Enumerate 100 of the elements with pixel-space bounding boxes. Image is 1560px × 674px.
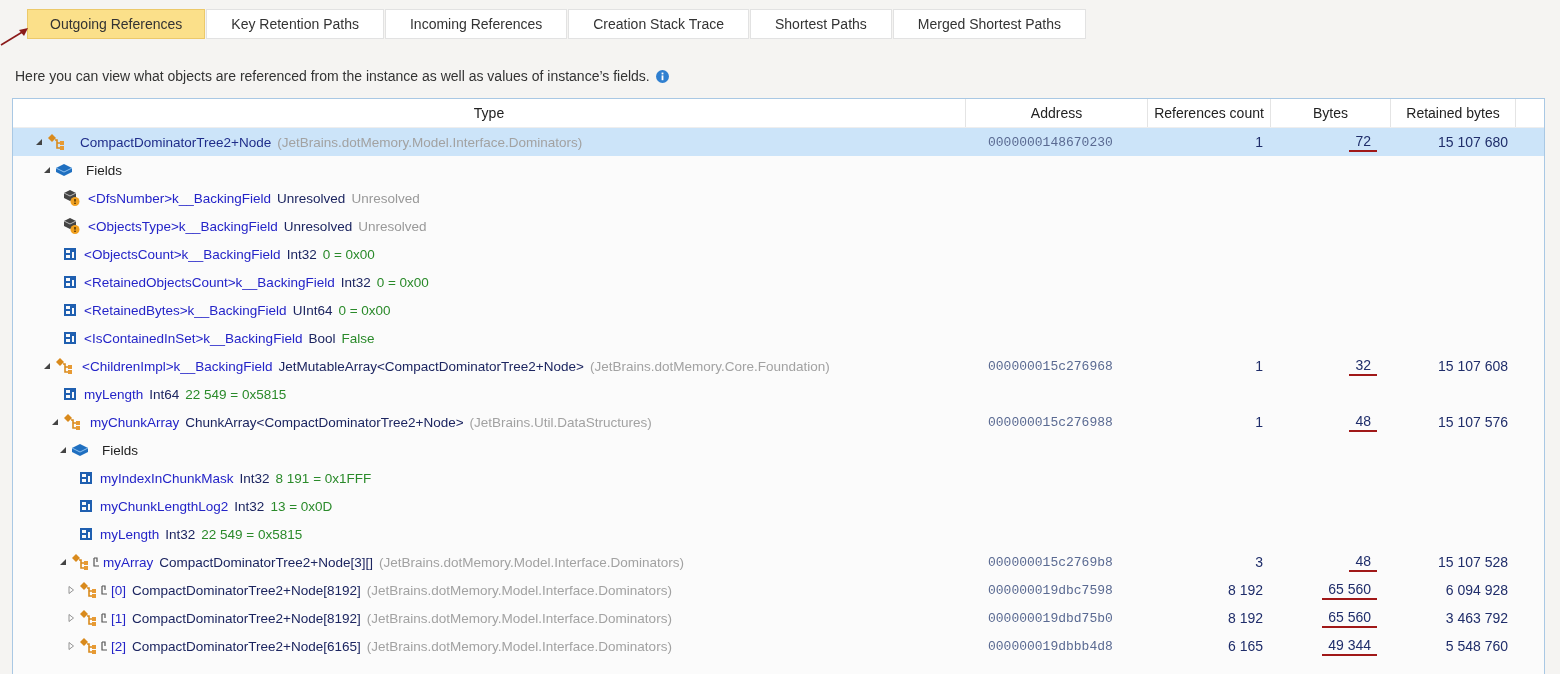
references-count-cell: 1 [1255, 134, 1263, 150]
field-icon [79, 471, 93, 485]
field-value: 0 = 0x00 [376, 274, 429, 290]
address-cell: 000000015c276968 [988, 358, 1113, 374]
type-name: Int64 [149, 386, 180, 402]
field-name: <ChildrenImpl>k__BackingField [82, 358, 273, 374]
tree-row[interactable]: Fields [13, 156, 1544, 184]
unresolved-icon [63, 189, 81, 207]
expander-icon[interactable] [59, 558, 67, 566]
address-cell: 000000019dbc7598 [988, 582, 1113, 598]
column-header[interactable]: Address [966, 99, 1148, 127]
references-count-cell: 3 [1255, 554, 1263, 570]
retained-bytes-cell: 15 107 576 [1437, 414, 1508, 430]
field-name: myArray [103, 554, 154, 570]
type-name: CompactDominatorTree2+Node[3][] [159, 554, 373, 570]
tree-row[interactable]: myArray CompactDominatorTree2+Node[3][] (JetBrains.dotMemory.Model.Interface.Dominators) 000000015c2769b8 3 48 15 107 528 [13, 548, 1544, 576]
object-icon [63, 413, 83, 431]
tree-row[interactable]: Fields [13, 436, 1544, 464]
expander-icon[interactable] [43, 362, 51, 370]
tab[interactable]: Merged Shortest Paths [892, 9, 1086, 39]
expander-icon[interactable] [51, 418, 59, 426]
bytes-cell: 48 [1349, 552, 1377, 572]
references-count-cell: 1 [1255, 414, 1263, 430]
column-header[interactable]: Retained bytes [1391, 99, 1516, 127]
field-name: <ObjectsType>k__BackingField [88, 218, 278, 234]
type-name: Unresolved [283, 218, 353, 234]
address-cell: 000000015c2769b8 [988, 554, 1113, 570]
tree-row[interactable]: myLength Int64 22 549 = 0x5815 [13, 380, 1544, 408]
field-icon [79, 499, 93, 513]
tree-row[interactable]: myChunkArray ChunkArray<CompactDominatorTree2+Node> (JetBrains.Util.DataStructures) 000000015c276988 1 48 15 107 576 [13, 408, 1544, 436]
field-name: myIndexInChunkMask [100, 470, 234, 486]
field-name: myLength [100, 526, 160, 542]
field-name: myLength [84, 386, 144, 402]
column-header[interactable]: Type [13, 99, 966, 127]
references-count-cell: 1 [1255, 358, 1263, 374]
field-value: 22 549 = 0x5815 [201, 526, 303, 542]
bytes-cell: 65 560 [1322, 580, 1377, 600]
expander-icon[interactable] [59, 446, 67, 454]
type-name: ChunkArray<CompactDominatorTree2+Node> [185, 414, 464, 430]
type-name: CompactDominatorTree2+Node [80, 134, 272, 150]
tab[interactable]: Incoming References [384, 9, 568, 39]
type-name: Int32 [286, 246, 317, 262]
field-name: myChunkArray [90, 414, 180, 430]
tree-row[interactable]: myChunkLengthLog2 Int32 13 = 0x0D [13, 492, 1544, 520]
tab[interactable]: Outgoing References [27, 9, 206, 39]
type-name: CompactDominatorTree2+Node[8192] [132, 610, 361, 626]
retained-bytes-cell: 3 463 792 [1445, 610, 1508, 626]
address-cell: 000000015c276988 [988, 414, 1113, 430]
unresolved-icon [63, 217, 81, 235]
field-value: 13 = 0x0D [270, 498, 333, 514]
tab[interactable]: Creation Stack Trace [568, 9, 749, 39]
field-value: Unresolved [351, 190, 420, 206]
namespace-text: (JetBrains.dotMemory.Model.Interface.Dominators) [277, 134, 583, 150]
tree-row[interactable]: <ObjectsCount>k__BackingField Int32 0 = 0x00 [13, 240, 1544, 268]
tree-row[interactable]: [1] CompactDominatorTree2+Node[8192] (JetBrains.dotMemory.Model.Interface.Dominators) 000000019dbd75b0 8 192 65 560 3 463 792 [13, 604, 1544, 632]
field-icon [63, 331, 77, 345]
object-icon [47, 133, 67, 151]
tab[interactable]: Shortest Paths [750, 9, 892, 39]
bytes-cell: 49 344 [1322, 636, 1377, 656]
column-header[interactable]: References count [1148, 99, 1271, 127]
column-header[interactable]: Bytes [1271, 99, 1391, 127]
object-icon [71, 553, 91, 571]
tree-row[interactable]: [2] CompactDominatorTree2+Node[6165] (JetBrains.dotMemory.Model.Interface.Dominators) 000000019dbbb4d8 6 165 49 344 5 548 760 [13, 632, 1544, 660]
expander-icon[interactable] [35, 138, 43, 146]
type-name: Int32 [239, 470, 270, 486]
type-name: Int32 [165, 526, 196, 542]
namespace-text: (JetBrains.dotMemory.Model.Interface.Dominators) [366, 638, 672, 654]
type-name: Int32 [234, 498, 265, 514]
type-name: CompactDominatorTree2+Node[8192] [132, 582, 361, 598]
field-icon [63, 247, 77, 261]
arrow-annotation [0, 26, 30, 46]
tree-row[interactable]: <DfsNumber>k__BackingField Unresolved Unresolved [13, 184, 1544, 212]
field-value: 22 549 = 0x5815 [185, 386, 287, 402]
references-count-cell: 8 192 [1227, 582, 1263, 598]
namespace-text: (JetBrains.dotMemory.Model.Interface.Dominators) [366, 610, 672, 626]
type-name: Unresolved [277, 190, 346, 206]
tree-row[interactable]: <ChildrenImpl>k__BackingField JetMutableArray<CompactDominatorTree2+Node> (JetBrains.dotMemory.Core.Foundation) 000000015c276968 1 32 15 107 608 [13, 352, 1544, 380]
address-cell: 0000000148670230 [988, 134, 1113, 150]
expander-icon[interactable] [43, 166, 51, 174]
namespace-text: (JetBrains.dotMemory.Model.Interface.Dominators) [366, 582, 672, 598]
namespace-text: (JetBrains.dotMemory.Core.Foundation) [589, 358, 830, 374]
info-icon[interactable] [655, 69, 669, 83]
tree-row[interactable]: myLength Int32 22 549 = 0x5815 [13, 520, 1544, 548]
tree-row[interactable]: CompactDominatorTree2+Node (JetBrains.dotMemory.Model.Interface.Dominators) 0000000148670230 1 72 15 107 680 [13, 128, 1544, 156]
field-icon [63, 387, 77, 401]
tree-row[interactable]: <ObjectsType>k__BackingField Unresolved Unresolved [13, 212, 1544, 240]
group-label: Fields [86, 162, 122, 178]
tree-row[interactable]: <RetainedObjectsCount>k__BackingField Int32 0 = 0x00 [13, 268, 1544, 296]
bytes-cell: 32 [1349, 356, 1377, 376]
address-cell: 000000019dbbb4d8 [988, 638, 1113, 654]
object-icon [79, 637, 99, 655]
field-name: myChunkLengthLog2 [100, 498, 229, 514]
bytes-cell: 72 [1349, 132, 1377, 152]
group-label: Fields [102, 442, 138, 458]
tree-row[interactable]: [0] CompactDominatorTree2+Node[8192] (JetBrains.dotMemory.Model.Interface.Dominators) 000000019dbc7598 8 192 65 560 6 094 928 [13, 576, 1544, 604]
tab[interactable]: Key Retention Paths [206, 9, 384, 39]
tree-row[interactable]: myIndexInChunkMask Int32 8 191 = 0x1FFF [13, 464, 1544, 492]
tree-row[interactable]: <RetainedBytes>k__BackingField UInt64 0 = 0x00 [13, 296, 1544, 324]
field-icon [63, 275, 77, 289]
tree-row[interactable]: <IsContainedInSet>k__BackingField Bool False [13, 324, 1544, 352]
